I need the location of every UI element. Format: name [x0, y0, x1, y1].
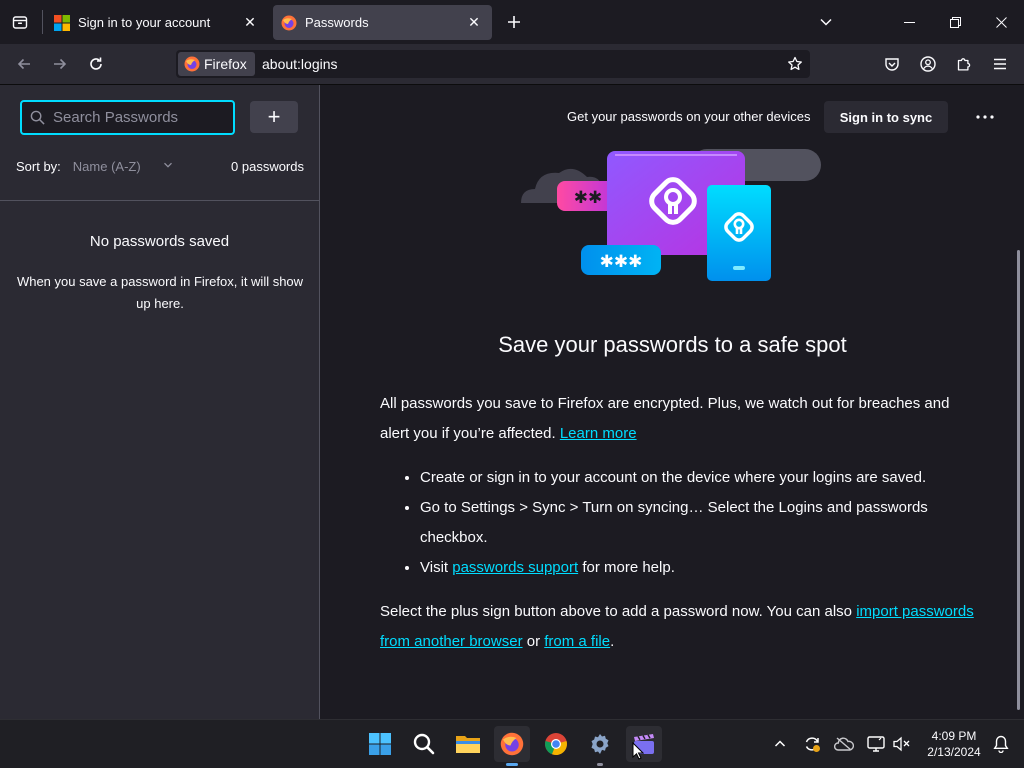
empty-list-description: When you save a password in Firefox, it … — [16, 274, 304, 311]
add-password-button[interactable]: + — [250, 101, 298, 133]
password-count: 0 passwords — [231, 159, 304, 174]
sync-steps-list: Create or sign in to your account on the… — [380, 463, 980, 583]
tab-separator — [42, 10, 43, 34]
taskbar-firefox-icon[interactable] — [494, 726, 530, 766]
new-tab-icon[interactable] — [500, 8, 528, 36]
onedrive-cloud-icon[interactable] — [828, 726, 860, 762]
import-prefix: Select the plus sign button above to add… — [380, 603, 853, 620]
taskbar-settings-gear-icon[interactable] — [582, 726, 618, 766]
chevron-down-icon[interactable] — [163, 160, 173, 173]
reload-icon[interactable] — [82, 50, 110, 78]
show-hidden-icons-chevron-icon[interactable] — [764, 726, 796, 762]
masked-password-text: ✱✱ — [574, 188, 603, 208]
firefox-logo-icon — [281, 15, 297, 31]
list-item: Go to Settings > Sync > Turn on syncing…… — [420, 493, 980, 553]
more-options-menu-icon[interactable] — [969, 103, 1001, 131]
sign-in-to-sync-button[interactable]: Sign in to sync — [824, 101, 948, 133]
tab-title: Sign in to your account — [78, 15, 211, 30]
import-paragraph: Select the plus sign button above to add… — [380, 597, 980, 657]
firefox-logo-icon — [184, 56, 200, 72]
visit-suffix: for more help. — [582, 559, 675, 576]
intro-heading: Save your passwords to a safe spot — [498, 332, 847, 357]
microsoft-logo-icon — [54, 14, 70, 31]
scrollbar[interactable] — [1017, 250, 1020, 710]
tab-sign-in[interactable]: Sign in to your account ✕ — [46, 5, 268, 40]
minimize-icon[interactable] — [886, 0, 932, 44]
system-clock[interactable]: 4:09 PM 2/13/2024 — [922, 728, 986, 760]
url-bar[interactable]: Firefox about:logins — [176, 50, 810, 78]
bookmark-star-icon[interactable] — [782, 52, 808, 76]
sort-select[interactable]: Name (A-Z) — [73, 159, 141, 174]
identity-label: Firefox — [204, 56, 247, 72]
clock-time: 4:09 PM — [931, 729, 977, 743]
pocket-icon[interactable] — [878, 50, 906, 78]
list-item: Create or sign in to your account on the… — [420, 463, 980, 493]
tab-passwords[interactable]: Passwords ✕ — [273, 5, 492, 40]
windows-taskbar: 4:09 PM 2/13/2024 — [0, 719, 1024, 768]
logins-sidebar: + Sort by: Name (A-Z) 0 passwords No pas… — [0, 85, 320, 719]
mouse-cursor-icon — [632, 741, 645, 765]
empty-list-title: No passwords saved — [89, 233, 230, 250]
learn-more-link[interactable]: Learn more — [560, 425, 637, 442]
windows-start-icon[interactable] — [362, 726, 398, 762]
import-end: . — [610, 633, 615, 650]
url-text[interactable]: about:logins — [262, 50, 338, 78]
close-tab-icon[interactable]: ✕ — [238, 11, 262, 35]
search-passwords-box[interactable] — [20, 100, 235, 135]
extensions-puzzle-icon[interactable] — [950, 50, 978, 78]
passwords-support-link[interactable]: passwords support — [452, 559, 578, 576]
notification-bell-icon[interactable] — [986, 726, 1016, 762]
search-icon — [30, 110, 45, 125]
search-passwords-input[interactable] — [51, 108, 221, 127]
passwords-illustration: ✱✱ ✱✱✱ — [521, 143, 825, 290]
running-indicator — [597, 763, 603, 766]
sync-promo-text: Get your passwords on your other devices — [567, 109, 811, 124]
firefox-view-icon[interactable] — [6, 8, 34, 36]
clock-date: 2/13/2024 — [927, 745, 981, 759]
tab-title: Passwords — [305, 15, 369, 30]
identity-box[interactable]: Firefox — [178, 52, 255, 76]
back-arrow-icon[interactable] — [10, 50, 38, 78]
import-or: or — [526, 633, 541, 650]
hamburger-menu-icon[interactable] — [986, 50, 1014, 78]
sync-status-icon[interactable] — [796, 726, 828, 762]
login-intro-panel: Get your passwords on your other devices… — [321, 85, 1024, 719]
sidebar-divider — [0, 200, 319, 201]
forward-arrow-icon[interactable] — [46, 50, 74, 78]
navigation-toolbar: Firefox about:logins — [0, 44, 1024, 85]
list-all-tabs-chevron-icon[interactable] — [812, 8, 840, 36]
restore-icon[interactable] — [932, 0, 978, 44]
masked-password-text: ✱✱✱ — [600, 252, 643, 272]
sort-row: Sort by: Name (A-Z) 0 passwords — [16, 159, 304, 174]
tab-strip: Sign in to your account ✕ Passwords ✕ — [0, 0, 1024, 44]
running-indicator — [506, 763, 518, 766]
intro-text: All passwords you save to Firefox are en… — [380, 395, 950, 442]
taskbar-chrome-icon[interactable] — [538, 726, 574, 762]
list-item: Visit passwords support for more help. — [420, 553, 980, 583]
sort-label: Sort by: — [16, 159, 61, 174]
visit-prefix: Visit — [420, 559, 449, 576]
search-icon[interactable] — [406, 726, 442, 762]
intro-content: All passwords you save to Firefox are en… — [380, 389, 980, 657]
intro-paragraph: All passwords you save to Firefox are en… — [380, 389, 980, 449]
account-icon[interactable] — [914, 50, 942, 78]
close-window-icon[interactable] — [978, 0, 1024, 44]
volume-muted-icon[interactable] — [886, 726, 918, 762]
file-explorer-icon[interactable] — [450, 726, 486, 762]
close-tab-icon[interactable]: ✕ — [462, 11, 486, 35]
import-from-file-link[interactable]: from a file — [544, 633, 610, 650]
